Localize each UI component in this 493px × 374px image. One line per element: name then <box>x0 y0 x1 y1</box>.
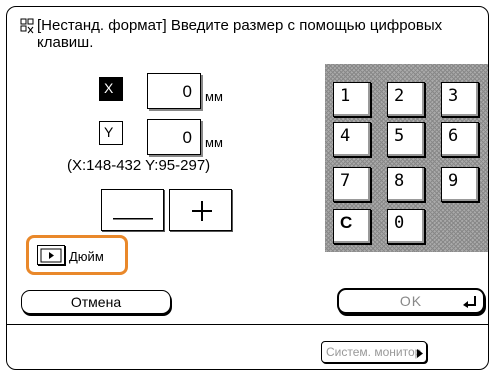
inch-label: Дюйм <box>69 249 104 264</box>
key-7[interactable]: 7 <box>333 167 371 202</box>
key-2[interactable]: 2 <box>387 82 425 117</box>
x-unit-label: мм <box>205 89 223 104</box>
key-5[interactable]: 5 <box>387 122 425 157</box>
range-hint: (X:148-432 Y:95-297) <box>67 157 211 174</box>
key-0[interactable]: 0 <box>387 209 425 244</box>
y-axis-button[interactable]: Y <box>99 121 123 145</box>
key-8[interactable]: 8 <box>387 167 425 202</box>
y-value-field[interactable]: 0 <box>147 119 201 155</box>
minus-icon <box>113 218 153 220</box>
key-9[interactable]: 9 <box>441 167 479 202</box>
system-monitor-button[interactable]: Систем. монитор <box>321 341 427 363</box>
status-separator <box>7 324 488 325</box>
plus-icon <box>192 201 212 221</box>
triangle-right-icon <box>417 349 423 358</box>
enter-icon <box>463 296 476 308</box>
key-clear[interactable]: C <box>333 209 371 244</box>
x-axis-button[interactable]: X <box>99 77 123 101</box>
y-unit-label: мм <box>205 135 223 150</box>
instruction-text: [Нестанд. формат] Введите размер с помощ… <box>37 17 443 51</box>
ok-label: OK <box>399 293 423 309</box>
plus-button[interactable] <box>169 189 232 231</box>
key-3[interactable]: 3 <box>441 82 479 117</box>
cancel-button[interactable]: Отмена <box>21 290 171 314</box>
instruction-message: [Нестанд. формат] Введите размер с помощ… <box>19 17 459 51</box>
key-6[interactable]: 6 <box>441 122 479 157</box>
inch-toggle-button[interactable] <box>37 245 65 265</box>
minus-button[interactable] <box>101 189 164 231</box>
multifunction-icon <box>20 18 34 34</box>
ok-button[interactable]: OK <box>337 288 485 314</box>
x-value-field[interactable]: 0 <box>147 73 201 109</box>
copy-screen-panel: [Нестанд. формат] Введите размер с помощ… <box>6 6 489 370</box>
key-1[interactable]: 1 <box>333 82 371 117</box>
numeric-keypad: 1 2 3 4 5 6 7 8 9 C 0 <box>325 64 488 252</box>
system-monitor-label: Систем. монитор <box>326 345 422 359</box>
arrow-right-icon <box>40 248 62 263</box>
key-4[interactable]: 4 <box>333 122 371 157</box>
